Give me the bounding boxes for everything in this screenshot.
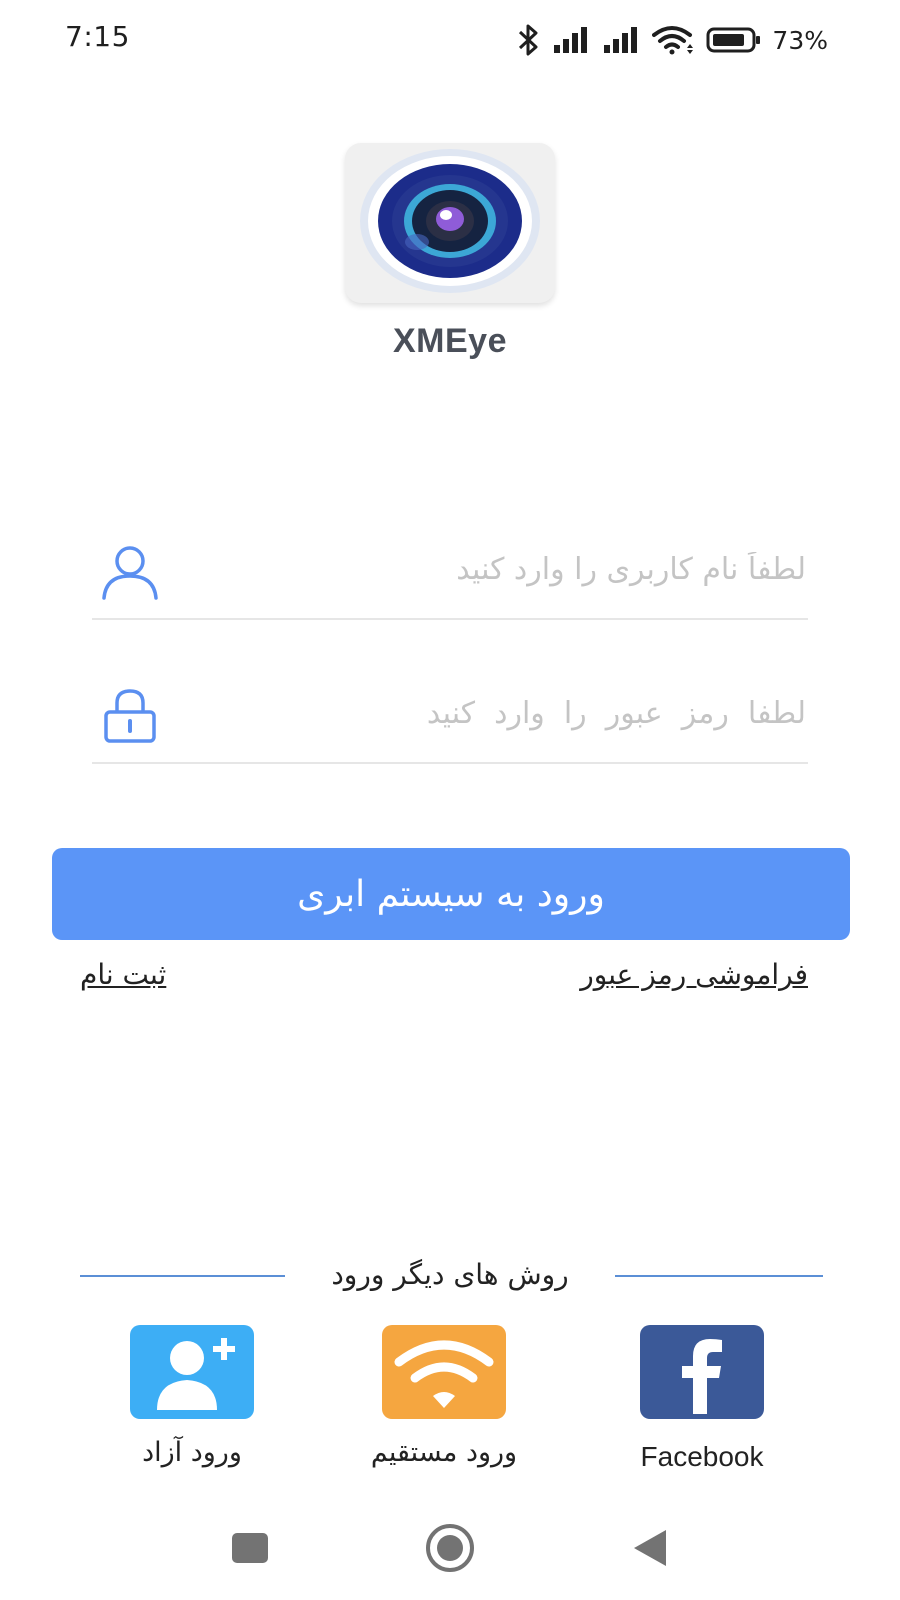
cloud-login-button[interactable]: ورود به سیستم ابری xyxy=(52,848,850,940)
divider-line xyxy=(615,1275,823,1277)
username-row xyxy=(92,522,808,620)
forgot-password-link[interactable]: فراموشی رمز عبور xyxy=(580,958,808,991)
username-input[interactable] xyxy=(202,540,808,598)
user-icon xyxy=(100,542,160,602)
wifi-icon xyxy=(382,1325,506,1419)
status-icons: 73% xyxy=(516,22,828,58)
status-bar: 7:15 73% xyxy=(0,0,900,80)
method-label: ورود آزاد xyxy=(142,1437,242,1468)
add-user-icon xyxy=(130,1325,254,1419)
app-logo xyxy=(345,143,555,303)
camera-lens-icon xyxy=(355,146,545,300)
method-label: Facebook xyxy=(640,1441,764,1472)
register-link[interactable]: ثبت نام xyxy=(80,958,166,991)
signal-icon xyxy=(602,25,642,55)
lock-icon xyxy=(100,686,160,746)
free-login-method[interactable]: ورود آزاد xyxy=(72,1325,312,1468)
wifi-icon xyxy=(652,25,696,55)
facebook-login-method[interactable]: Facebook xyxy=(582,1325,822,1473)
back-icon[interactable] xyxy=(620,1518,680,1578)
bluetooth-icon xyxy=(516,23,542,57)
navigation-bar xyxy=(0,1510,900,1600)
password-row xyxy=(92,666,808,764)
signal-icon xyxy=(552,25,592,55)
other-methods-title: روش های دیگر ورود xyxy=(331,1258,569,1291)
divider-line xyxy=(80,1275,285,1277)
battery-icon xyxy=(706,26,762,54)
app-name: XMEye xyxy=(393,322,507,360)
facebook-icon xyxy=(640,1325,764,1419)
direct-login-method[interactable]: ورود مستقیم xyxy=(324,1325,564,1468)
recents-icon[interactable] xyxy=(220,1518,280,1578)
battery-percent: 73% xyxy=(772,25,828,55)
home-icon[interactable] xyxy=(420,1518,480,1578)
password-input[interactable] xyxy=(202,684,808,742)
method-label: ورود مستقیم xyxy=(370,1437,518,1468)
status-time: 7:15 xyxy=(65,20,130,53)
